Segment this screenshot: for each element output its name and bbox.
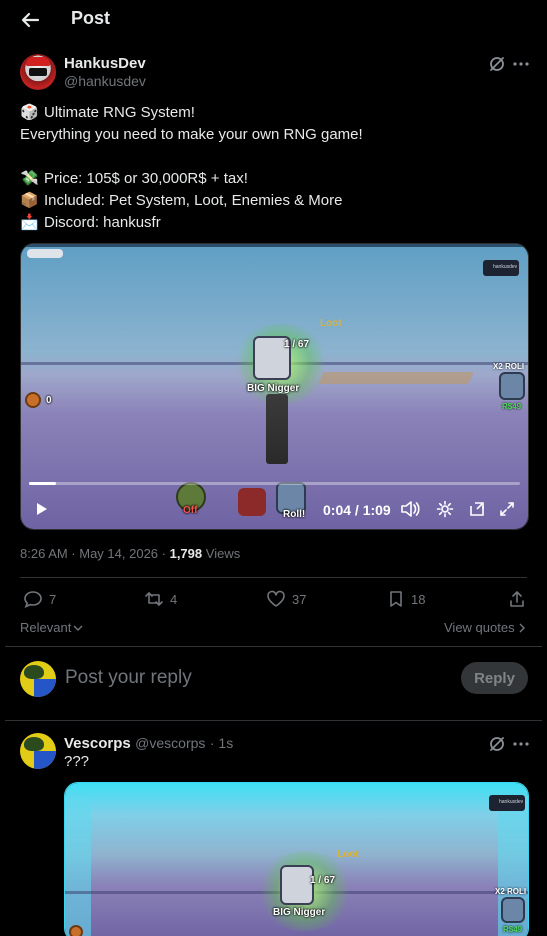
back-arrow-icon[interactable] xyxy=(18,9,42,31)
post-line-4: 💸 Price: 105$ or 30,000R$ + tax! xyxy=(20,168,363,190)
app-badge xyxy=(27,249,63,258)
avatar[interactable] xyxy=(20,54,56,90)
author-name[interactable]: HankusDev xyxy=(64,55,146,72)
bookmark-icon xyxy=(390,591,402,607)
grok-icon[interactable] xyxy=(487,734,507,754)
backpack-icon xyxy=(238,488,266,516)
bookmark-count: 18 xyxy=(411,591,426,607)
kill-counter: 1 / 67 xyxy=(284,339,310,350)
mini-window: hankusdev xyxy=(489,795,525,811)
fullscreen-icon[interactable] xyxy=(497,499,517,519)
enemy-name: BIG Nigger xyxy=(273,907,326,918)
floor-ledge xyxy=(318,372,474,384)
post-meta: 8:26 AM · May 14, 2026 · 1,798 Views xyxy=(20,546,240,561)
post-line-5: 📦 Included: Pet System, Loot, Enemies & M… xyxy=(20,190,363,212)
divider xyxy=(20,577,527,578)
post-timestamp[interactable]: 8:26 AM · May 14, 2026 · xyxy=(20,546,166,561)
reply-video[interactable]: hankusdev 1 / 67 BIG Nigger Loot X2 ROLI… xyxy=(64,782,529,936)
frame-side-left xyxy=(65,797,91,936)
grok-icon[interactable] xyxy=(487,54,507,74)
chevron-right-icon xyxy=(519,623,525,632)
reply-action[interactable]: 7 xyxy=(23,590,56,608)
reply-author-name[interactable]: Vescorps xyxy=(64,735,131,752)
share-icon xyxy=(510,591,524,607)
settings-gear-icon[interactable] xyxy=(435,499,455,519)
bookmark-action[interactable]: 18 xyxy=(387,590,425,608)
reply-text: ??? xyxy=(64,753,90,770)
chevron-down-icon xyxy=(73,625,83,631)
roll-label: Roll! xyxy=(283,509,306,520)
auto-off-label: Off xyxy=(183,505,198,516)
money-icon: 💸 xyxy=(20,170,39,187)
price-label: R$49 xyxy=(502,402,522,411)
kill-counter: 1 / 67 xyxy=(310,875,336,886)
share-action[interactable] xyxy=(508,590,526,608)
reply-button[interactable]: Reply xyxy=(461,662,528,694)
view-quotes-link[interactable]: View quotes xyxy=(444,620,525,635)
view-quotes-label: View quotes xyxy=(444,620,515,635)
reply-video-frame: hankusdev 1 / 67 BIG Nigger Loot X2 ROLI… xyxy=(65,783,528,936)
price-label: R$49 xyxy=(503,925,523,934)
reply-count: 7 xyxy=(49,591,57,607)
play-icon[interactable] xyxy=(33,500,51,518)
reply-avatar[interactable] xyxy=(20,733,56,769)
package-icon: 📦 xyxy=(20,192,39,209)
loot-label: Loot xyxy=(320,318,342,329)
video-player[interactable]: hankusdev 1 / 67 BIG Nigger Loot 0 X2 RO… xyxy=(20,243,529,530)
volume-icon[interactable] xyxy=(399,499,421,519)
envelope-icon: 📩 xyxy=(20,214,39,231)
like-action[interactable]: 37 xyxy=(266,590,306,608)
enemy-skull xyxy=(280,865,314,905)
video-time: 0:04 / 1:09 xyxy=(323,502,391,518)
dice-product xyxy=(499,372,525,400)
reply-age[interactable]: · 1s xyxy=(210,735,233,751)
dice-product xyxy=(501,897,525,923)
repost-action[interactable]: 4 xyxy=(144,590,177,608)
post-body: 🎲 Ultimate RNG System! Everything you nee… xyxy=(20,102,363,234)
reply-input[interactable]: Post your reply xyxy=(65,667,192,689)
mini-window: hankusdev xyxy=(483,260,519,276)
post-line-3 xyxy=(20,146,363,168)
reply-header: Vescorps @vescorps · 1s xyxy=(64,735,233,753)
more-options-icon[interactable] xyxy=(511,734,531,754)
x2-roll-label: X2 ROLI xyxy=(495,887,527,896)
x2-roll-label: X2 ROLI xyxy=(493,362,525,371)
composer-avatar[interactable] xyxy=(20,661,56,697)
video-progress-fill xyxy=(29,482,56,485)
player-character xyxy=(266,394,288,464)
coin-value: 0 xyxy=(46,395,52,406)
sort-dropdown[interactable]: Relevant xyxy=(20,620,83,635)
views-count: 1,798 xyxy=(169,546,203,561)
coin-icon xyxy=(69,925,83,936)
post-line-2: Everything you need to make your own RNG… xyxy=(20,126,363,143)
repost-icon xyxy=(145,592,163,606)
dice-icon: 🎲 xyxy=(20,104,39,121)
loot-label: Loot xyxy=(337,849,359,860)
repost-count: 4 xyxy=(170,591,178,607)
sort-label: Relevant xyxy=(20,620,72,635)
divider xyxy=(5,646,542,647)
author-handle[interactable]: @hankusdev xyxy=(64,73,146,89)
enemy-name: BIG Nigger xyxy=(247,383,300,394)
views-label: Views xyxy=(205,546,241,561)
video-progress-track[interactable] xyxy=(29,482,520,485)
coin-icon xyxy=(25,392,41,408)
reply-bubble-icon xyxy=(24,591,42,608)
page-title: Post xyxy=(71,8,111,28)
divider xyxy=(5,720,542,721)
reply-author-handle[interactable]: @vescorps xyxy=(135,735,205,751)
more-options-icon[interactable] xyxy=(511,54,531,74)
post-line-1: 🎲 Ultimate RNG System! xyxy=(20,102,363,124)
post-line-6: 📩 Discord: hankusfr xyxy=(20,212,363,234)
picture-in-picture-icon[interactable] xyxy=(467,499,487,519)
heart-icon xyxy=(267,590,285,607)
like-count: 37 xyxy=(292,591,307,607)
video-frame: hankusdev 1 / 67 BIG Nigger Loot 0 X2 RO… xyxy=(21,244,528,529)
